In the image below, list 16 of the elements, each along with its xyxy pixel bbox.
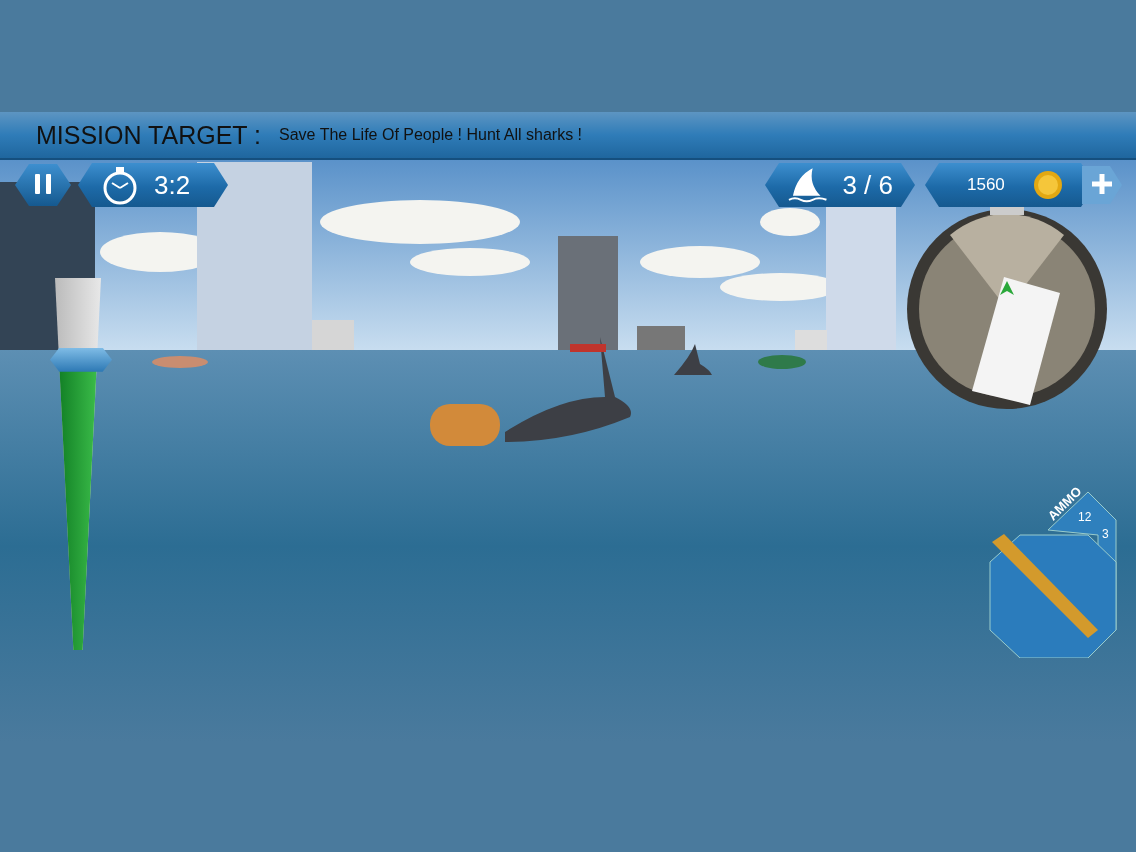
coin-amount: 1560 [967,175,1005,195]
building [637,326,685,352]
shark-fin-icon [787,166,829,204]
boat [570,344,606,352]
mission-text: Save The Life Of People ! Hunt All sharks ! [279,126,583,144]
shark-count: 3 / 6 [842,169,893,201]
coin-icon [1032,170,1063,200]
cloud [760,208,820,236]
plus-icon [1090,171,1114,196]
ammo-loaded: 12 [1078,510,1092,524]
ammo-reserve: 3 [1102,527,1109,541]
timer-value: 3:2 [154,169,191,201]
swimmer [758,355,806,369]
mission-label: MISSION TARGET : [36,120,262,150]
shark-fin [674,344,712,375]
swimmer [152,356,208,368]
